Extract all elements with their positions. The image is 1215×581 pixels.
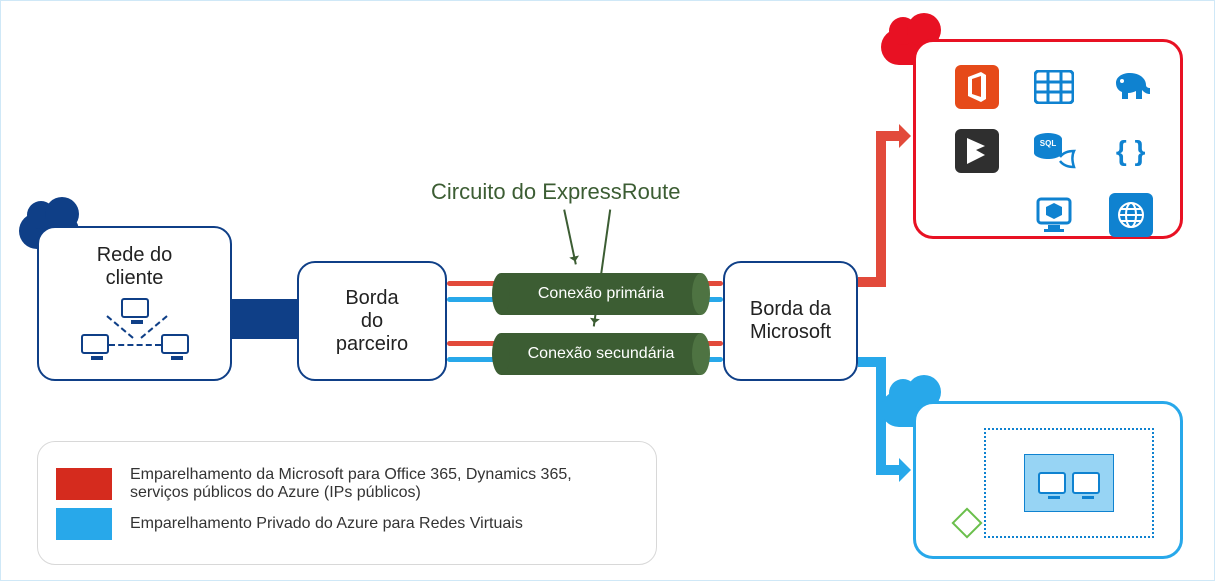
- network-topology-icon: [75, 298, 195, 358]
- cube-icon: [1032, 193, 1076, 237]
- office-icon: [955, 65, 999, 109]
- legend-swatch-red: [56, 468, 112, 500]
- azure-private-group: [913, 401, 1183, 559]
- partner-edge-node: Borda do parceiro: [297, 261, 447, 381]
- dynamics-icon: [955, 129, 999, 173]
- partner-label-3: parceiro: [336, 333, 408, 356]
- msedge-label-1: Borda da: [750, 298, 831, 321]
- vnet-boundary-icon: [984, 428, 1154, 538]
- globe-icon: [1109, 193, 1153, 237]
- msedge-label-2: Microsoft: [750, 321, 831, 344]
- legend-swatch-blue: [56, 508, 112, 540]
- legend-item-microsoft: Emparelhamento da Microsoft para Office …: [56, 466, 636, 502]
- vm-pair-icon: [1024, 454, 1114, 512]
- microsoft-services-group: SQL { }: [913, 39, 1183, 239]
- partner-label-1: Borda: [345, 287, 398, 310]
- pointer-arrow: [563, 209, 577, 264]
- customer-network-node: Rede do cliente: [37, 226, 232, 381]
- partner-label-2: do: [361, 310, 383, 333]
- trunk-connector: [232, 299, 299, 339]
- legend-item-private: Emparelhamento Privado do Azure para Red…: [56, 508, 636, 540]
- legend-text-private: Emparelhamento Privado do Azure para Red…: [130, 515, 523, 533]
- diagram-canvas: Rede do cliente Borda do parceiro Circui…: [0, 0, 1215, 581]
- primary-connection-cylinder: Conexão primária: [501, 273, 701, 315]
- legend-text-microsoft: Emparelhamento da Microsoft para Office …: [130, 466, 610, 502]
- customer-label-1: Rede do: [97, 244, 173, 267]
- legend: Emparelhamento da Microsoft para Office …: [37, 441, 657, 565]
- microsoft-edge-node: Borda da Microsoft: [723, 261, 858, 381]
- circuit-title: Circuito do ExpressRoute: [431, 179, 680, 205]
- load-balancer-icon: [951, 507, 982, 538]
- secondary-connection-cylinder: Conexão secundária: [501, 333, 701, 375]
- sql-icon: SQL: [1032, 129, 1076, 173]
- customer-label-2: cliente: [97, 267, 173, 290]
- code-icon: { }: [1109, 129, 1153, 173]
- svg-text:SQL: SQL: [1040, 139, 1057, 148]
- secondary-connection-label: Conexão secundária: [528, 345, 675, 363]
- table-icon: [1032, 65, 1076, 109]
- elephant-icon: [1109, 65, 1153, 109]
- primary-connection-label: Conexão primária: [538, 285, 664, 303]
- path-segment: [876, 131, 886, 287]
